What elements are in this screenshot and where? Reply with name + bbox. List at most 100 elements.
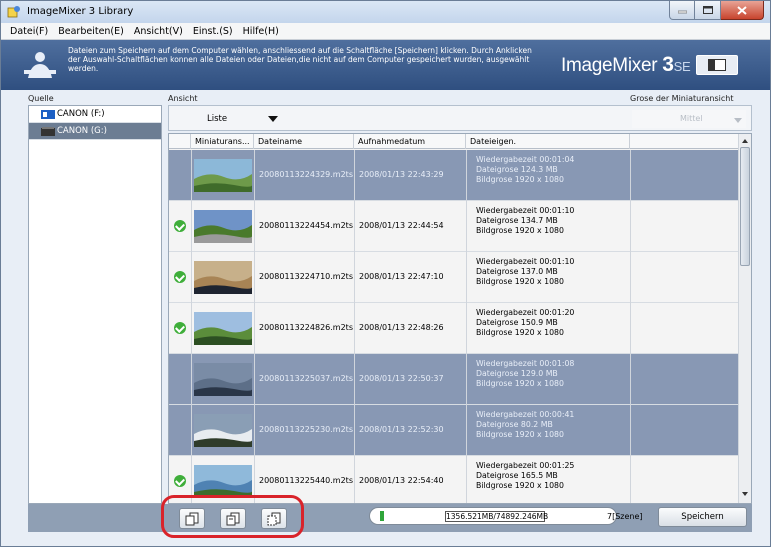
image-resolution: Bildgrose 1920 x 1080 xyxy=(476,175,564,184)
column-empty xyxy=(630,134,738,149)
checkmark-icon[interactable] xyxy=(174,271,186,283)
file-list: Miniaturans... Dateiname Aufnahmedatum D… xyxy=(168,133,752,504)
maximize-button[interactable] xyxy=(695,1,721,20)
video-thumbnail[interactable] xyxy=(194,312,252,345)
playback-duration: Wiedergabezeit 00:01:08 xyxy=(476,359,575,368)
source-panel: CANON (F:) CANON (G:) xyxy=(28,105,162,504)
column-divider xyxy=(254,354,255,405)
table-row[interactable]: 20080113224710.m2ts 2008/01/13 22:47:10 Wi… xyxy=(169,252,738,303)
column-divider xyxy=(191,201,192,252)
column-divider xyxy=(466,456,467,503)
card-drive-icon xyxy=(41,109,55,119)
playback-duration: Wiedergabezeit 00:01:04 xyxy=(476,155,575,164)
checkmark-icon[interactable] xyxy=(174,475,186,487)
file-properties: Wiedergabezeit 00:01:10 Dateigrose 134.7 … xyxy=(476,206,574,236)
video-thumbnail[interactable] xyxy=(194,363,252,396)
table-row[interactable]: 20080113224454.m2ts 2008/01/13 22:44:54 Wi… xyxy=(169,201,738,252)
column-divider xyxy=(254,405,255,456)
header-banner: Dateien zum Speichern auf dem Computer w… xyxy=(1,40,770,90)
file-size: Dateigrose 150.9 MB xyxy=(476,318,558,327)
menu-bearbeiten[interactable]: Bearbeiten(E) xyxy=(53,26,129,37)
capacity-text: 1356.521MB/74892.246MB xyxy=(445,511,549,522)
column-divider xyxy=(354,252,355,303)
image-resolution: Bildgrose 1920 x 1080 xyxy=(476,379,564,388)
maximize-icon xyxy=(702,6,713,14)
column-divider xyxy=(630,252,631,303)
window-controls xyxy=(669,1,764,20)
app-icon xyxy=(7,6,20,18)
column-divider xyxy=(466,354,467,405)
instructions-text: Dateien zum Speichern auf dem Computer w… xyxy=(68,46,532,73)
scroll-thumb[interactable] xyxy=(740,147,750,266)
column-divider xyxy=(630,405,631,456)
table-row[interactable]: 20080113225230.m2ts 2008/01/13 22:52:30 Wi… xyxy=(169,405,738,456)
vertical-scrollbar[interactable] xyxy=(738,134,751,503)
capture-date: 2008/01/13 22:52:30 xyxy=(359,425,444,434)
column-divider xyxy=(630,456,631,503)
column-divider xyxy=(354,405,355,456)
app-window: ImageMixer 3 Library Datei(F) Bearbeiten… xyxy=(0,0,771,547)
column-divider xyxy=(254,201,255,252)
video-thumbnail[interactable] xyxy=(194,159,252,192)
checkmark-icon[interactable] xyxy=(174,220,186,232)
save-button[interactable]: Speichern xyxy=(658,507,747,527)
column-check[interactable] xyxy=(169,134,191,149)
chevron-down-icon[interactable] xyxy=(268,116,278,122)
minimize-button[interactable] xyxy=(669,1,695,20)
menu-ansicht[interactable]: Ansicht(V) xyxy=(129,26,188,37)
image-resolution: Bildgrose 1920 x 1080 xyxy=(476,226,564,235)
column-divider xyxy=(191,354,192,405)
hdd-drive-icon xyxy=(41,126,55,136)
panel-icon xyxy=(708,59,726,71)
file-size: Dateigrose 129.0 MB xyxy=(476,369,558,378)
playback-duration: Wiedergabezeit 00:01:25 xyxy=(476,461,575,470)
file-name: 20080113225230.m2ts xyxy=(259,425,353,434)
table-row[interactable]: 20080113224329.m2ts 2008/01/13 22:43:29 Wi… xyxy=(169,150,738,201)
column-thumbnail[interactable]: Miniaturans... xyxy=(191,134,254,149)
thumb-size-label: Grose der Miniaturansicht xyxy=(630,94,734,103)
column-divider xyxy=(354,303,355,354)
column-divider xyxy=(354,150,355,201)
column-divider xyxy=(191,405,192,456)
file-size: Dateigrose 137.0 MB xyxy=(476,267,558,276)
source-item-f[interactable]: CANON (F:) xyxy=(29,106,161,123)
column-divider xyxy=(191,303,192,354)
video-thumbnail[interactable] xyxy=(194,465,252,498)
file-name: 20080113225440.m2ts xyxy=(259,476,353,485)
file-name: 20080113224710.m2ts xyxy=(259,272,353,281)
video-thumbnail[interactable] xyxy=(194,210,252,243)
column-date[interactable]: Aufnahmedatum xyxy=(354,134,466,149)
scroll-down-icon[interactable] xyxy=(742,492,748,496)
column-divider xyxy=(354,354,355,405)
thumb-size-select[interactable]: Mittel xyxy=(632,110,746,128)
checkmark-icon[interactable] xyxy=(174,322,186,334)
table-row[interactable]: 20080113225037.m2ts 2008/01/13 22:50:37 Wi… xyxy=(169,354,738,405)
capture-date: 2008/01/13 22:44:54 xyxy=(359,221,444,230)
table-row[interactable]: 20080113224826.m2ts 2008/01/13 22:48:26 Wi… xyxy=(169,303,738,354)
column-divider xyxy=(630,354,631,405)
column-divider xyxy=(466,405,467,456)
playback-duration: Wiedergabezeit 00:01:20 xyxy=(476,308,575,317)
menu-einst[interactable]: Einst.(S) xyxy=(188,26,238,37)
column-filename[interactable]: Dateiname xyxy=(254,134,354,149)
title-bar[interactable]: ImageMixer 3 Library xyxy=(1,1,770,23)
scroll-up-icon[interactable] xyxy=(742,139,748,143)
capture-date: 2008/01/13 22:47:10 xyxy=(359,272,444,281)
video-thumbnail[interactable] xyxy=(194,261,252,294)
video-thumbnail[interactable] xyxy=(194,414,252,447)
file-size: Dateigrose 134.7 MB xyxy=(476,216,558,225)
column-properties[interactable]: Dateieigen. xyxy=(466,134,630,149)
file-name: 20080113224826.m2ts xyxy=(259,323,353,332)
file-properties: Wiedergabezeit 00:00:41 Dateigrose 80.2 M… xyxy=(476,410,574,440)
panel-toggle-button[interactable] xyxy=(696,55,738,75)
selection-buttons-highlight xyxy=(161,495,304,538)
menu-hilfe[interactable]: Hilfe(H) xyxy=(238,26,284,37)
scene-count: 7[Szene] xyxy=(607,512,643,521)
source-item-g[interactable]: CANON (G:) xyxy=(29,123,161,140)
file-size: Dateigrose 80.2 MB xyxy=(476,420,553,429)
view-label: Ansicht xyxy=(168,94,198,103)
close-button[interactable] xyxy=(721,1,764,20)
capture-date: 2008/01/13 22:48:26 xyxy=(359,323,444,332)
person-save-icon xyxy=(24,52,56,78)
menu-datei[interactable]: Datei(F) xyxy=(5,26,53,37)
